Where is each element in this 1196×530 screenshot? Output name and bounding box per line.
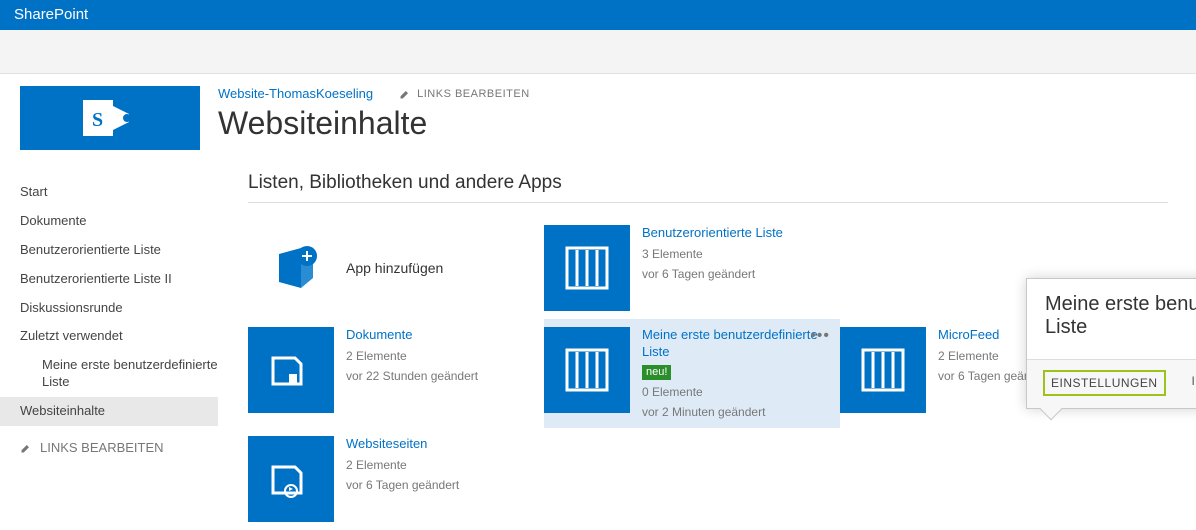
nav-item-websiteinhalte[interactable]: Websiteinhalte xyxy=(0,397,218,426)
tile-modified: vor 22 Stunden geändert xyxy=(346,368,534,384)
add-app-icon xyxy=(248,225,334,311)
nav-item-diskussion[interactable]: Diskussionsrunde xyxy=(20,294,218,323)
library-recycle-icon xyxy=(248,436,334,522)
nav-subitem-meine-liste[interactable]: Meine erste benutzerdefinierte Liste xyxy=(20,351,218,397)
tile-count: 2 Elemente xyxy=(346,457,534,473)
pencil-icon xyxy=(20,442,32,454)
nav-item-liste[interactable]: Benutzerorientierte Liste xyxy=(20,236,218,265)
tile-add-app[interactable]: App hinzufügen xyxy=(248,217,544,319)
add-app-label: App hinzufügen xyxy=(346,260,443,276)
svg-text:S: S xyxy=(92,109,103,131)
section-divider xyxy=(248,202,1168,203)
suite-bar: SharePoint xyxy=(0,0,1196,30)
topnav-edit-links-label: LINKS BEARBEITEN xyxy=(417,88,530,100)
nav-item-liste2[interactable]: Benutzerorientierte Liste II xyxy=(20,265,218,294)
tile-title: Websiteseiten xyxy=(346,436,534,453)
breadcrumb-site[interactable]: Website-ThomasKoeseling xyxy=(218,86,373,101)
tile-count: 0 Elemente xyxy=(642,384,830,400)
main-area: Website-ThomasKoeseling LINKS BEARBEITEN… xyxy=(218,74,1196,530)
tile-modified: vor 2 Minuten geändert xyxy=(642,404,830,420)
tile-websiteseiten[interactable]: Websiteseiten 2 Elemente vor 6 Tagen geä… xyxy=(248,428,544,530)
tile-count: 3 Elemente xyxy=(642,246,830,262)
list-icon xyxy=(544,327,630,413)
tile-count: 2 Elemente xyxy=(346,348,534,364)
new-badge: neu! xyxy=(642,365,671,380)
topnav-edit-links[interactable]: LINKS BEARBEITEN xyxy=(399,88,530,100)
tile-title: Meine erste benutzerdefinierte Liste xyxy=(642,327,830,361)
tile-callout: ✕ Meine erste benutzerdefinierte Liste E… xyxy=(1026,278,1196,409)
sharepoint-icon: S xyxy=(83,96,137,140)
tile-modified: vor 6 Tagen geändert xyxy=(346,477,534,493)
tile-menu-button[interactable]: ••• xyxy=(810,327,830,345)
page-title: Websiteinhalte xyxy=(218,105,1196,142)
site-logo[interactable]: S xyxy=(20,86,200,150)
callout-title: Meine erste benutzerdefinierte Liste xyxy=(1027,279,1196,359)
tile-meine-liste[interactable]: ••• Meine erste benutzerdefinierte Liste… xyxy=(544,319,840,428)
tile-title: Benutzerorientierte Liste xyxy=(642,225,830,242)
list-icon xyxy=(544,225,630,311)
quick-launch: Start Dokumente Benutzerorientierte List… xyxy=(20,178,218,455)
suite-brand[interactable]: SharePoint xyxy=(14,6,88,23)
list-icon xyxy=(840,327,926,413)
nav-edit-links-label: LINKS BEARBEITEN xyxy=(40,440,164,455)
callout-action-info[interactable]: INFO xyxy=(1186,370,1196,396)
nav-item-dokumente[interactable]: Dokumente xyxy=(20,207,218,236)
ribbon-placeholder xyxy=(0,30,1196,74)
library-icon xyxy=(248,327,334,413)
nav-item-start[interactable]: Start xyxy=(20,178,218,207)
nav-item-recent[interactable]: Zuletzt verwendet xyxy=(20,322,218,351)
pencil-icon xyxy=(399,88,411,100)
left-column: S Start Dokumente Benutzerorientierte Li… xyxy=(0,74,218,530)
tile-modified: vor 6 Tagen geändert xyxy=(642,266,830,282)
tile-dokumente[interactable]: Dokumente 2 Elemente vor 22 Stunden geän… xyxy=(248,319,544,428)
section-heading: Listen, Bibliotheken und andere Apps xyxy=(248,172,1196,194)
callout-action-settings[interactable]: EINSTELLUNGEN xyxy=(1043,370,1166,396)
tile-title: Dokumente xyxy=(346,327,534,344)
nav-edit-links[interactable]: LINKS BEARBEITEN xyxy=(20,440,218,455)
tile-benutzerliste[interactable]: Benutzerorientierte Liste 3 Elemente vor… xyxy=(544,217,840,319)
